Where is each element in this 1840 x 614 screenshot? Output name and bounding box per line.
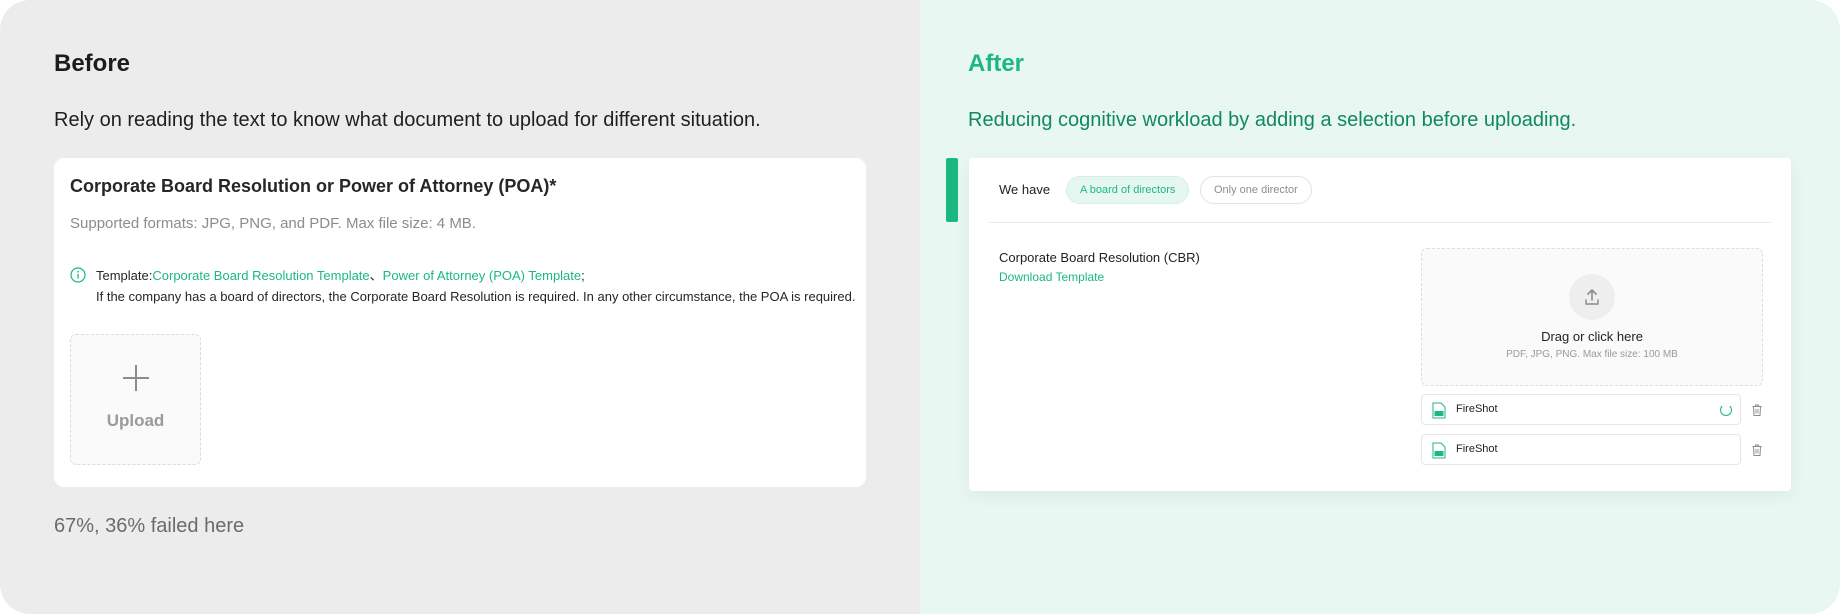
upload-label: Upload bbox=[106, 411, 165, 430]
accent-bar bbox=[946, 158, 958, 222]
template-suffix: ; bbox=[581, 268, 585, 283]
download-template-link[interactable]: Download Template bbox=[999, 270, 1104, 284]
trash-icon[interactable] bbox=[1752, 444, 1762, 456]
file-icon bbox=[1432, 402, 1446, 419]
we-have-label: We have bbox=[999, 182, 1051, 197]
loading-spinner-icon bbox=[1720, 404, 1732, 416]
file-name: FireShot bbox=[1456, 403, 1498, 415]
uploaded-file-row[interactable]: FireShot bbox=[1421, 394, 1741, 425]
upload-button[interactable]: Upload bbox=[70, 334, 201, 465]
divider bbox=[989, 222, 1771, 223]
trash-icon[interactable] bbox=[1752, 404, 1762, 416]
cbr-doc-title: Corporate Board Resolution (CBR) bbox=[999, 250, 1200, 265]
after-upload-card: We have A board of directors Only one di… bbox=[969, 158, 1791, 491]
upload-dropzone[interactable]: Drag or click here PDF, JPG, PNG. Max fi… bbox=[1421, 248, 1763, 386]
before-heading: Before bbox=[54, 50, 131, 77]
template-line: Template:Corporate Board Resolution Temp… bbox=[96, 265, 585, 284]
info-icon bbox=[70, 267, 86, 283]
dropzone-subtitle: PDF, JPG, PNG. Max file size: 100 MB bbox=[1506, 349, 1678, 360]
upload-arrow-icon bbox=[1569, 274, 1615, 320]
dropzone-title: Drag or click here bbox=[1541, 329, 1643, 344]
after-panel: After Reducing cognitive workload by add… bbox=[920, 0, 1840, 614]
comparison-board: Before Rely on reading the text to know … bbox=[0, 0, 1840, 614]
template-separator: 、 bbox=[369, 268, 383, 283]
template-prefix: Template: bbox=[96, 268, 153, 283]
failure-stat: 67%, 36% failed here bbox=[54, 515, 245, 537]
requirement-rule-text: If the company has a board of directors,… bbox=[96, 289, 856, 304]
file-icon bbox=[1432, 442, 1446, 459]
option-board-of-directors[interactable]: A board of directors bbox=[1066, 176, 1190, 204]
document-title: Corporate Board Resolution or Power of A… bbox=[70, 176, 557, 196]
before-description: Rely on reading the text to know what do… bbox=[54, 109, 761, 131]
after-description: Reducing cognitive workload by adding a … bbox=[968, 109, 1577, 131]
before-upload-card: Corporate Board Resolution or Power of A… bbox=[54, 158, 866, 487]
option-one-director[interactable]: Only one director bbox=[1200, 176, 1312, 204]
poa-template-link[interactable]: Power of Attorney (POA) Template bbox=[383, 268, 581, 283]
uploaded-file-row[interactable]: FireShot bbox=[1421, 434, 1741, 465]
cbr-template-link[interactable]: Corporate Board Resolution Template bbox=[152, 268, 369, 283]
file-name: FireShot bbox=[1456, 443, 1498, 455]
plus-icon bbox=[122, 365, 149, 391]
before-panel: Before Rely on reading the text to know … bbox=[0, 0, 920, 614]
after-heading: After bbox=[968, 50, 1025, 77]
supported-formats-text: Supported formats: JPG, PNG, and PDF. Ma… bbox=[70, 215, 476, 232]
